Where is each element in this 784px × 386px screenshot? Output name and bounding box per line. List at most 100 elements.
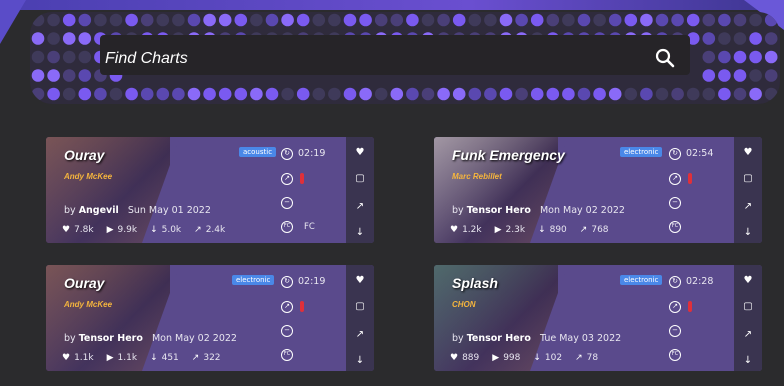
action-sidebar: ♥ ▢ ↗ ↓ [734, 265, 762, 371]
downloads-stat: ↓ 890 [538, 225, 567, 235]
difficulty-icon: ↗ [669, 301, 681, 313]
song-title[interactable]: Ouray [64, 147, 104, 163]
difficulty-bar [300, 301, 304, 312]
search-placeholder: Find Charts [105, 50, 188, 67]
share-icon[interactable]: ↗ [742, 201, 754, 213]
play-icon: ▶ [106, 353, 114, 363]
downloads-stat: ↓ 451 [150, 353, 179, 363]
charter-name[interactable]: Tensor Hero [467, 205, 531, 216]
downloads-count: 102 [544, 353, 563, 363]
artist-name: Andy McKee [64, 300, 113, 309]
likes-count: 889 [462, 353, 480, 363]
chart-date: Mon May 02 2022 [539, 205, 625, 216]
twitch-icon[interactable]: ▢ [742, 301, 754, 313]
download-icon[interactable]: ↓ [354, 355, 366, 367]
meta-column: ↻ 02:19 ↗ − FC FC [278, 145, 332, 239]
plays-count: 998 [503, 353, 521, 363]
genre-badge: electronic [232, 275, 275, 285]
download-icon[interactable]: ↓ [742, 227, 754, 239]
stats-row: ♥ 1.2k ▶ 2.3k ↓ 890 ↗ 768 [450, 225, 622, 235]
plays-stat: ▶ 2.3k [495, 225, 525, 235]
plays-stat: ▶ 1.1k [107, 353, 137, 363]
shares-stat: ↗ 2.4k [194, 225, 225, 235]
charter-name[interactable]: Tensor Hero [79, 333, 143, 344]
download-icon: ↓ [533, 353, 541, 363]
clock-icon: ↻ [281, 148, 293, 160]
likes-count: 7.8k [74, 225, 94, 235]
fc-icon: FC [669, 349, 681, 361]
share-icon: ↗ [575, 353, 583, 363]
chart-date: Tue May 03 2022 [539, 333, 622, 344]
by-label: by [64, 205, 76, 216]
search-icon[interactable] [654, 47, 676, 69]
charter-name[interactable]: Angevil [79, 205, 119, 216]
shares-stat: ↗ 78 [575, 353, 598, 363]
charter-name[interactable]: Tensor Hero [467, 333, 531, 344]
heart-icon[interactable]: ♥ [354, 275, 366, 287]
download-icon: ↓ [538, 225, 546, 235]
artist-name: Andy McKee [64, 172, 113, 181]
fc-icon: FC [669, 221, 681, 233]
heart-icon: ♥ [450, 225, 459, 235]
difficulty-bar [688, 173, 692, 184]
heart-icon: ♥ [450, 353, 459, 363]
likes-stat: ♥ 1.2k [450, 225, 482, 235]
byline: by Tensor Hero Mon May 02 2022 [64, 333, 237, 344]
download-icon: ↓ [150, 225, 158, 235]
play-icon: ▶ [106, 225, 114, 235]
by-label: by [64, 333, 76, 344]
likes-count: 1.1k [74, 353, 94, 363]
heart-icon: ♥ [62, 353, 71, 363]
twitch-icon[interactable]: ▢ [354, 173, 366, 185]
heart-icon: ♥ [62, 225, 71, 235]
twitch-icon[interactable]: ▢ [742, 173, 754, 185]
genre-badge: acoustic [239, 147, 277, 157]
genre-badge: electronic [620, 147, 663, 157]
plays-stat: ▶ 9.9k [107, 225, 137, 235]
share-icon[interactable]: ↗ [354, 329, 366, 341]
by-label: by [452, 205, 464, 216]
meta-column: ↻ 02:19 ↗ − FC [278, 273, 332, 367]
heart-icon[interactable]: ♥ [742, 275, 754, 287]
speedometer-icon: − [669, 197, 681, 209]
speedometer-icon: − [669, 325, 681, 337]
song-title[interactable]: Splash [452, 275, 498, 291]
difficulty-icon: ↗ [281, 173, 293, 185]
heart-icon[interactable]: ♥ [354, 147, 366, 159]
download-icon[interactable]: ↓ [354, 227, 366, 239]
stats-row: ♥ 7.8k ▶ 9.9k ↓ 5.0k ↗ 2.4k [62, 225, 238, 235]
share-icon: ↗ [579, 225, 588, 235]
downloads-stat: ↓ 102 [533, 353, 562, 363]
shares-count: 768 [591, 225, 609, 235]
chart-card[interactable]: Funk Emergency Marc Rebillet electronic … [434, 137, 762, 243]
stats-row: ♥ 1.1k ▶ 1.1k ↓ 451 ↗ 322 [62, 353, 234, 363]
download-icon[interactable]: ↓ [742, 355, 754, 367]
heart-icon[interactable]: ♥ [742, 147, 754, 159]
plays-stat: ▶ 998 [492, 353, 520, 363]
share-icon[interactable]: ↗ [742, 329, 754, 341]
downloads-count: 451 [161, 353, 179, 363]
shares-count: 2.4k [205, 225, 226, 235]
share-icon[interactable]: ↗ [354, 201, 366, 213]
chart-date: Sun May 01 2022 [127, 205, 211, 216]
downloads-count: 5.0k [161, 225, 182, 235]
action-sidebar: ♥ ▢ ↗ ↓ [734, 137, 762, 243]
difficulty-icon: ↗ [281, 301, 293, 313]
chart-card[interactable]: Ouray Andy McKee acoustic by Angevil Sun… [46, 137, 374, 243]
song-title[interactable]: Ouray [64, 275, 104, 291]
song-title[interactable]: Funk Emergency [452, 147, 565, 163]
downloads-count: 890 [549, 225, 567, 235]
shares-count: 78 [586, 353, 599, 363]
duration: 02:54 [686, 148, 714, 159]
search-input[interactable] [100, 35, 690, 75]
play-icon: ▶ [494, 225, 502, 235]
artist-name: Marc Rebillet [452, 172, 502, 181]
twitch-icon[interactable]: ▢ [354, 301, 366, 313]
download-icon: ↓ [150, 353, 158, 363]
fc-icon: FC [281, 221, 293, 233]
share-icon: ↗ [194, 225, 202, 235]
likes-count: 1.2k [462, 225, 482, 235]
duration: 02:19 [298, 148, 326, 159]
chart-card[interactable]: Splash CHON electronic by Tensor Hero Tu… [434, 265, 762, 371]
chart-card[interactable]: Ouray Andy McKee electronic by Tensor He… [46, 265, 374, 371]
